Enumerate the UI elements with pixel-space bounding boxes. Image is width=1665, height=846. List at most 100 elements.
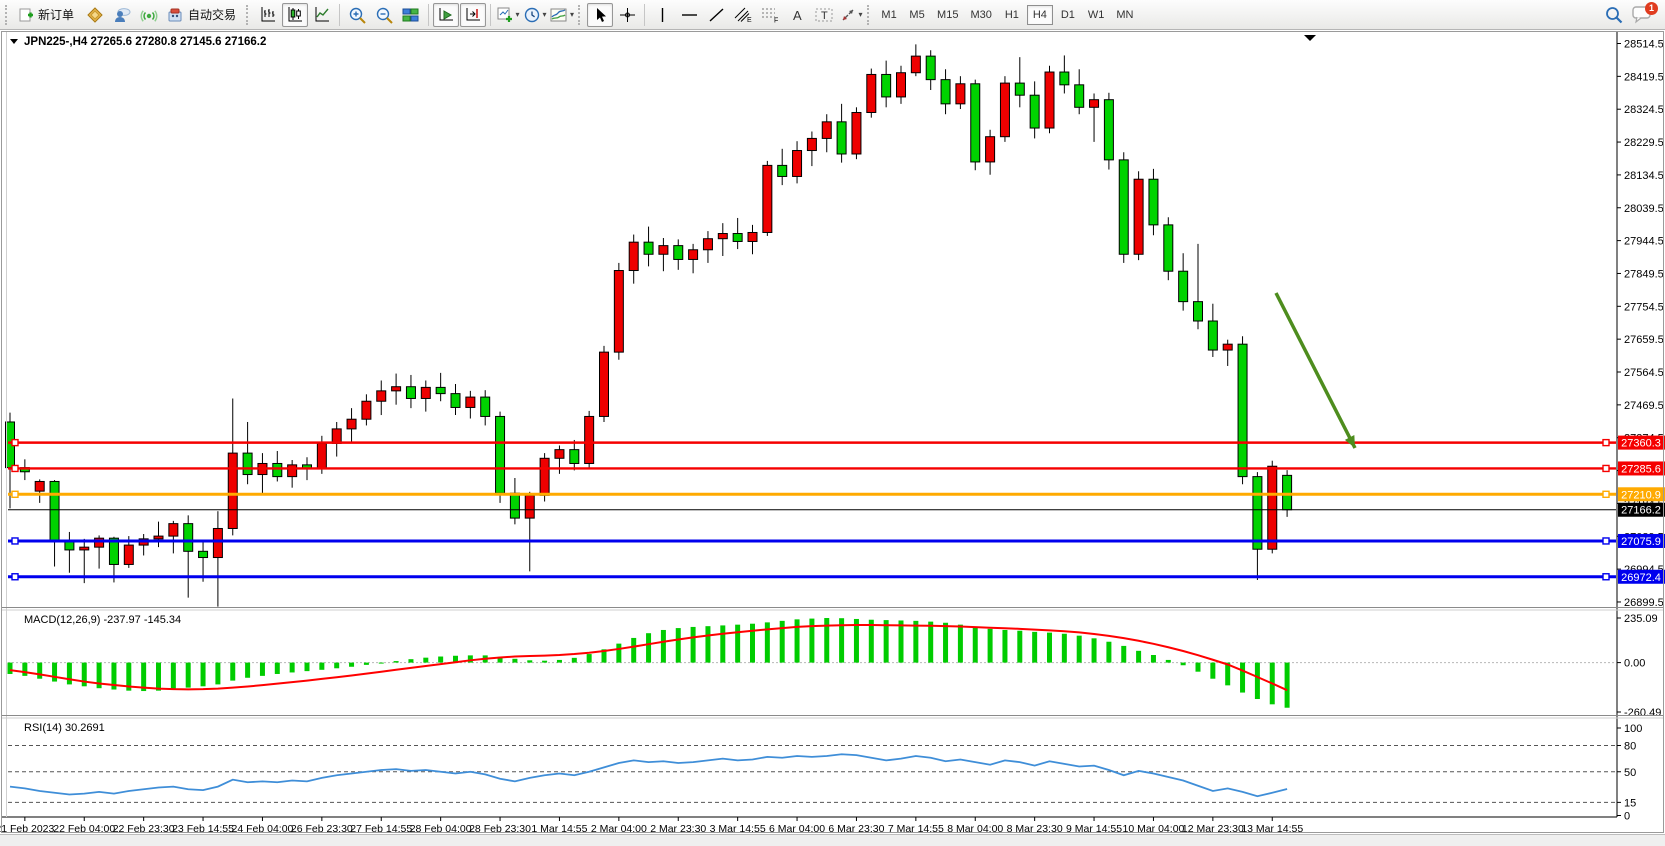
zoom-in-button[interactable] [344,3,370,27]
chart-background [0,31,1665,834]
svg-text:27210.9: 27210.9 [1621,489,1661,501]
auto-trading-button[interactable]: 自动交易 [163,3,243,27]
toolbar-separator [644,4,645,26]
timeframe-button-h1[interactable]: H1 [999,5,1025,25]
svg-text:235.09: 235.09 [1624,613,1658,625]
svg-text:JPN225-,H4 27265.6 27280.8 27: JPN225-,H4 27265.6 27280.8 27145.6 27166… [24,36,266,48]
mt4-application-window: { "window": { "title": "JPN225-,H4 27265… [0,0,1665,846]
chart-title: JPN225-,H4 27265.6 27280.8 27145.6 27166… [10,36,266,48]
templates-button[interactable]: ▾ [549,3,575,27]
toolbar-separator [428,4,429,26]
timeframe-button-d1[interactable]: D1 [1055,5,1081,25]
main-toolbar: 新订单 自动交易 ▾ ▾ [0,0,1665,30]
text-label-button[interactable]: T [811,3,837,27]
toolbar-grip [867,5,872,25]
notification-button[interactable]: 1 [1632,4,1654,26]
svg-text:27564.5: 27564.5 [1624,367,1664,379]
auto-scroll-button[interactable] [433,3,459,27]
chart-window[interactable]: 28514.528419.528324.528229.528134.528039… [0,31,1665,834]
channel-glyph: E [747,17,752,23]
svg-text:15: 15 [1624,797,1636,809]
svg-text:28229.5: 28229.5 [1624,137,1664,149]
svg-text:28324.5: 28324.5 [1624,104,1664,116]
toolbar-separator [490,4,491,26]
timeframe-button-h4[interactable]: H4 [1027,5,1053,25]
fibonacci-glyph: F [774,18,778,24]
text-button[interactable]: A [784,3,810,27]
svg-text:26972.4: 26972.4 [1621,572,1661,584]
zoom-out-icon [375,6,394,24]
timeframe-button-mn[interactable]: MN [1111,5,1138,25]
arrows-button[interactable]: ▾ [838,3,864,27]
svg-text:28134.5: 28134.5 [1624,170,1664,182]
svg-text:0.00: 0.00 [1624,658,1645,670]
bar-chart-icon [259,6,277,23]
dropdown-arrow-icon: ▾ [570,10,574,19]
svg-text:MACD(12,26,9) -237.97 -145.34: MACD(12,26,9) -237.97 -145.34 [24,614,181,626]
text-icon: A [790,7,805,23]
cursor-button[interactable] [587,3,613,27]
fibonacci-button[interactable]: F [757,3,783,27]
timeframe-button-m5[interactable]: M5 [904,5,930,25]
chart-canvas[interactable]: 28514.528419.528324.528229.528134.528039… [0,31,1665,834]
community-button[interactable] [109,3,135,27]
toolbar-grip [5,5,10,25]
toolbar-grip [578,5,583,25]
bar-chart-button[interactable] [255,3,281,27]
line-chart-button[interactable] [309,3,335,27]
add-indicator-icon [497,7,514,23]
svg-text:100: 100 [1624,723,1642,735]
svg-text:28514.5: 28514.5 [1624,39,1664,51]
toolbar-separator [339,4,340,26]
svg-text:27944.5: 27944.5 [1624,236,1664,248]
clock-icon [524,7,541,23]
signal-icon [140,7,158,23]
add-indicator-button[interactable]: ▾ [495,3,521,27]
window-bottom-edge [0,834,1665,846]
svg-text:28039.5: 28039.5 [1624,203,1664,215]
svg-text:27659.5: 27659.5 [1624,334,1664,346]
signals-button[interactable] [136,3,162,27]
auto-trading-icon [167,7,184,23]
user-cloud-icon [113,7,131,23]
toolbar-right-icons: 1 [1604,4,1662,26]
new-order-button[interactable]: 新订单 [14,3,81,27]
text-label-glyph: T [821,10,828,22]
fibonacci-icon: F [761,6,780,23]
dropdown-arrow-icon: ▾ [516,10,520,19]
equidistant-channel-button[interactable]: E [730,3,756,27]
tile-windows-icon [402,7,420,23]
zoom-out-button[interactable] [371,3,397,27]
timeframe-button-m15[interactable]: M15 [932,5,963,25]
svg-text:27360.3: 27360.3 [1621,438,1661,450]
metaeditor-button[interactable] [82,3,108,27]
line-chart-icon [313,6,331,23]
svg-text:80: 80 [1624,741,1636,753]
search-icon[interactable] [1604,5,1624,25]
trendline-button[interactable] [703,3,729,27]
candlestick-chart-icon [286,6,304,23]
chart-shift-button[interactable] [460,3,486,27]
text-glyph: A [793,8,802,23]
svg-text:27469.5: 27469.5 [1624,400,1664,412]
svg-text:RSI(14) 30.2691: RSI(14) 30.2691 [24,722,105,734]
template-icon [550,7,568,23]
vertical-line-button[interactable] [649,3,675,27]
auto-scroll-icon [437,6,456,23]
gold-gem-icon [86,7,104,23]
svg-text:27754.5: 27754.5 [1624,301,1664,313]
timeframe-button-m30[interactable]: M30 [965,5,996,25]
candlestick-chart-button[interactable] [282,3,308,27]
tile-windows-button[interactable] [398,3,424,27]
horizontal-line-button[interactable] [676,3,702,27]
dropdown-arrow-icon: ▾ [543,10,547,19]
toolbar-grip [246,5,251,25]
timeframe-button-m1[interactable]: M1 [876,5,902,25]
new-order-label: 新订单 [38,6,74,23]
notification-count-badge: 1 [1645,2,1658,15]
crosshair-button[interactable] [614,3,640,27]
timeframe-button-w1[interactable]: W1 [1083,5,1110,25]
periods-button[interactable]: ▾ [522,3,548,27]
zoom-in-icon [348,6,367,24]
new-order-icon [18,7,34,23]
